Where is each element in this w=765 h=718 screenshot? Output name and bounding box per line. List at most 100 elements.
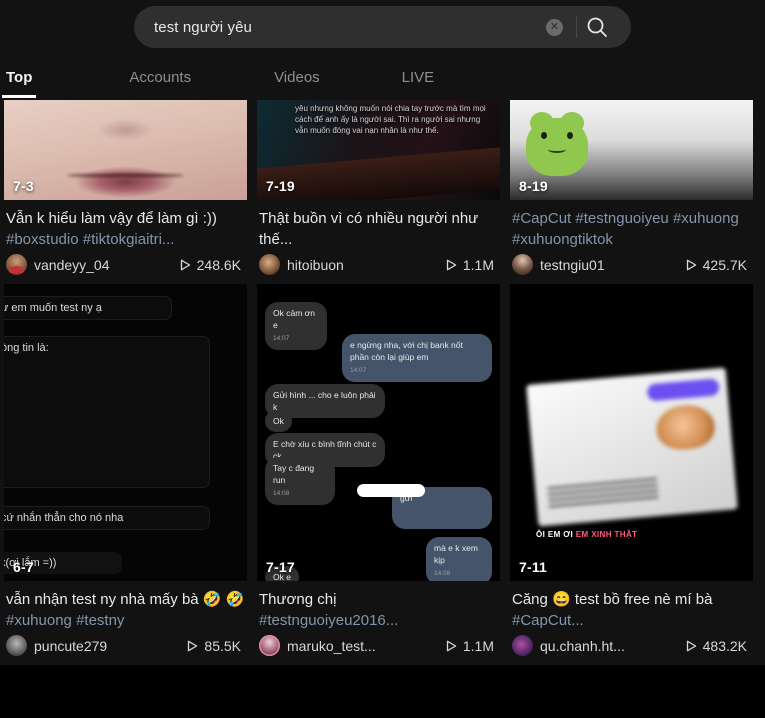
video-date-badge: 7-17 <box>266 559 295 575</box>
chat-bubble-time: 14:07 <box>350 367 367 374</box>
username[interactable]: vandeyy_04 <box>34 257 180 273</box>
tab-top[interactable]: Top <box>1 69 37 98</box>
avatar[interactable] <box>6 254 27 275</box>
play-count: 483.2K <box>686 638 751 654</box>
avatar[interactable] <box>259 635 280 656</box>
chat-bubble-time: 14:07 <box>273 335 290 342</box>
thumbnail-overlay-text: yêu nhưng không muốn nói chia tay trước … <box>295 104 486 135</box>
frog-icon <box>526 112 588 176</box>
thumbnail-art <box>4 100 247 200</box>
username[interactable]: puncute279 <box>34 638 187 654</box>
tab-accounts[interactable]: Accounts <box>129 69 191 86</box>
video-meta: maruko_test... 1.1M <box>257 632 500 665</box>
chat-bubble-text: Ok <box>273 416 284 426</box>
play-count-value: 483.2K <box>702 637 747 654</box>
avatar[interactable] <box>512 635 533 656</box>
video-card[interactable]: 7-3 Vẫn k hiểu làm vậy để làm gì :)) #bo… <box>4 100 247 284</box>
video-thumbnail[interactable]: ÔI EM ƠI EM XINH THẬT 7-11 <box>510 284 753 581</box>
chat-bubble: cứ nhắn thẳn cho nó nha <box>4 506 210 530</box>
caption-text: Vẫn k hiểu làm vậy để làm gì :)) <box>6 210 217 227</box>
caption-text: Thương chị <box>259 591 337 608</box>
video-card[interactable]: Ok cảm ơn e 14:07 e ngừng nha, với chị b… <box>257 284 500 665</box>
chat-bubble: Tay c đang run 14:08 <box>265 457 335 505</box>
chat-bubble-time: 14:08 <box>273 490 290 497</box>
video-card[interactable]: ư em muốn test ny ạ òng tin là: cứ nhắn … <box>4 284 247 665</box>
search-icon[interactable] <box>577 13 617 41</box>
video-card[interactable]: 8-19 #CapCut #testnguoiyeu #xuhuong #xuh… <box>510 100 753 284</box>
chat-bubble: Ok <box>265 410 292 432</box>
video-meta: testngiu01 425.7K <box>510 251 753 284</box>
tab-videos[interactable]: Videos <box>274 69 320 86</box>
video-date-badge: 7-3 <box>13 178 34 194</box>
video-card[interactable]: ÔI EM ƠI EM XINH THẬT 7-11 Căng 😄 test b… <box>510 284 753 665</box>
video-caption: Thật buồn vì có nhiều người như thế... <box>257 200 500 251</box>
play-count: 1.1M <box>446 257 498 273</box>
video-caption: vẫn nhận test ny nhà mấy bà 🤣 🤣 #xuhuong… <box>4 581 247 632</box>
video-thumbnail[interactable]: yêu nhưng không muốn nói chia tay trước … <box>257 100 500 200</box>
chat-bubble-text: Tay c đang run <box>273 463 315 485</box>
username[interactable]: qu.chanh.ht... <box>540 638 686 654</box>
video-date-badge: 7-19 <box>266 178 295 194</box>
video-date-badge: 8-19 <box>519 178 548 194</box>
chat-bubble-text: mà e k xem kịp <box>434 543 478 565</box>
play-icon <box>446 259 457 271</box>
redaction-bar <box>357 484 425 497</box>
username[interactable]: maruko_test... <box>287 638 446 654</box>
avatar[interactable] <box>6 635 27 656</box>
caption-text: vẫn nhận test ny nhà mấy bà 🤣 🤣 <box>6 591 245 608</box>
thumbnail-overlay-text: ÔI EM ƠI EM XINH THẬT <box>536 530 637 539</box>
play-count-value: 248.6K <box>196 256 241 273</box>
play-icon <box>180 259 191 271</box>
caption-hashtags[interactable]: #testnguoiyeu2016... <box>259 612 398 629</box>
play-icon <box>446 640 457 652</box>
video-thumbnail[interactable]: 7-3 <box>4 100 247 200</box>
play-count-value: 425.7K <box>702 256 747 273</box>
username[interactable]: hitoibuon <box>287 257 446 273</box>
caption-hashtags[interactable]: #CapCut #testnguoiyeu #xuhuong #xuhuongt… <box>512 210 739 248</box>
caption-hashtags[interactable]: #CapCut... <box>512 612 584 629</box>
video-meta: qu.chanh.ht... 483.2K <box>510 632 753 665</box>
caption-hashtags[interactable]: #xuhuong #testny <box>6 612 124 629</box>
play-count-value: 85.5K <box>204 637 241 654</box>
video-date-badge: 6-7 <box>13 559 34 575</box>
play-count: 248.6K <box>180 257 245 273</box>
video-meta: puncute279 85.5K <box>4 632 247 665</box>
chat-bubble: Ok cảm ơn e 14:07 <box>265 302 327 350</box>
play-icon <box>686 640 697 652</box>
video-thumbnail[interactable]: ư em muốn test ny ạ òng tin là: cứ nhắn … <box>4 284 247 581</box>
chat-bubble: ư em muốn test ny ạ <box>4 296 172 320</box>
result-tabs: Top Accounts Videos LIVE <box>0 54 765 100</box>
video-thumbnail[interactable]: 8-19 <box>510 100 753 200</box>
video-caption: Thương chị #testnguoiyeu2016... <box>257 581 500 632</box>
avatar[interactable] <box>512 254 533 275</box>
play-count-value: 1.1M <box>462 637 494 654</box>
play-count: 1.1M <box>446 638 498 654</box>
results-grid: 7-3 Vẫn k hiểu làm vậy để làm gì :)) #bo… <box>0 100 765 665</box>
caption-hashtags[interactable]: #boxstudio #tiktokgiaitri... <box>6 231 174 248</box>
play-icon <box>686 259 697 271</box>
video-caption: Vẫn k hiểu làm vậy để làm gì :)) #boxstu… <box>4 200 247 251</box>
video-caption: Căng 😄 test bồ free nè mí bà #CapCut... <box>510 581 753 632</box>
caption-text: Thật buồn vì có nhiều người như thế... <box>259 210 479 248</box>
caption-text: Căng 😄 test bồ free nè mí bà <box>512 591 713 608</box>
search-bar[interactable]: ✕ <box>134 6 631 48</box>
search-input[interactable] <box>154 18 546 36</box>
play-count-value: 1.1M <box>462 256 494 273</box>
video-thumbnail[interactable]: Ok cảm ơn e 14:07 e ngừng nha, với chị b… <box>257 284 500 581</box>
play-count: 85.5K <box>187 638 245 654</box>
chat-bubble-text: e ngừng nha, với chị bank nốt phần còn l… <box>350 340 463 362</box>
video-meta: hitoibuon 1.1M <box>257 251 500 284</box>
video-meta: vandeyy_04 248.6K <box>4 251 247 284</box>
overlay-text-white: ÔI EM ƠI <box>536 530 576 539</box>
video-card[interactable]: yêu nhưng không muốn nói chia tay trước … <box>257 100 500 284</box>
video-date-badge: 7-11 <box>519 559 548 575</box>
tab-live[interactable]: LIVE <box>402 69 435 86</box>
username[interactable]: testngiu01 <box>540 257 686 273</box>
search-header: ✕ <box>0 0 765 54</box>
chat-bubble: òng tin là: <box>4 336 210 488</box>
avatar[interactable] <box>259 254 280 275</box>
chat-bubble-text: Ok cảm ơn e <box>273 308 315 330</box>
overlay-text-pink: EM XINH THẬT <box>575 530 638 539</box>
play-count: 425.7K <box>686 257 751 273</box>
clear-icon[interactable]: ✕ <box>546 18 563 36</box>
